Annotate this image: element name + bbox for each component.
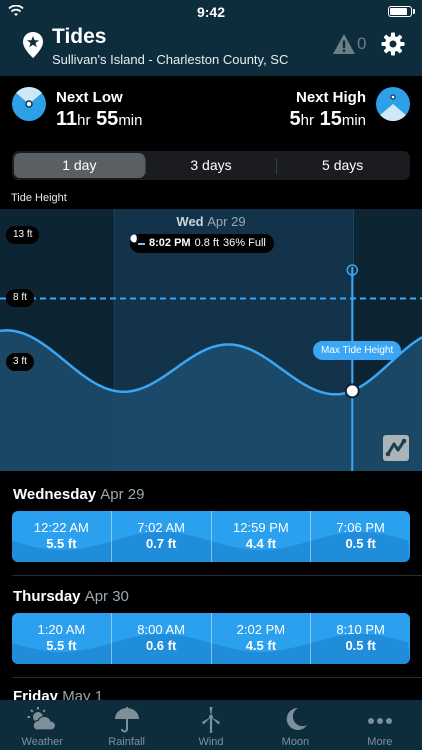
divider <box>12 575 422 576</box>
cursor-point <box>344 383 360 399</box>
location-header[interactable]: Tides Sullivan's Island - Charleston Cou… <box>0 22 422 76</box>
location-subtitle[interactable]: Sullivan's Island - Charleston County, S… <box>52 52 288 67</box>
high-tide-dial-icon <box>376 87 410 121</box>
tide-time-cell[interactable]: 12:59 PM 4.4 ft <box>210 511 311 562</box>
next-low-countdown: 11hr 55min <box>56 108 143 130</box>
low-tide-dial-icon <box>12 87 46 121</box>
moon-phase-icon <box>130 234 139 243</box>
tide-times-wednesday[interactable]: 12:22 AM 5.5 ft 7:02 AM 0.7 ft 12:59 PM 4.4… <box>12 511 410 562</box>
tab-5-days[interactable]: 5 days <box>277 153 408 178</box>
wind-turbine-icon <box>202 707 221 733</box>
day-heading-wednesday: Wednesday Apr 29 <box>13 486 145 503</box>
tab-moon[interactable]: Moon <box>253 700 337 750</box>
moon-icon <box>287 707 308 730</box>
max-tide-label: Max Tide Height <box>313 341 402 360</box>
location-pin-icon[interactable] <box>22 31 44 59</box>
chart-toggle-button[interactable] <box>383 435 409 461</box>
moon-phase: 36% Full <box>223 237 266 249</box>
alert-count[interactable]: 0 <box>357 34 366 54</box>
cursor-readout: 8:02 PM 0.8 ft 36% Full <box>130 234 274 253</box>
cursor-height: 0.8 ft <box>194 237 220 249</box>
next-high-label: Next High <box>295 89 366 106</box>
chart-section-label: Tide Height <box>11 192 67 204</box>
divider <box>12 677 422 678</box>
tide-time-cell[interactable]: 8:00 AM 0.6 ft <box>110 613 211 664</box>
y-tick-label: 13 ft <box>6 225 40 244</box>
bottom-tab-bar: Weather Rainfall Wind Moon More <box>0 700 422 750</box>
next-high-countdown: 5hr 15min <box>289 108 366 130</box>
tab-more[interactable]: More <box>338 700 422 750</box>
cursor-time: 8:02 PM <box>149 237 191 249</box>
chart-toggle-icon[interactable] <box>383 435 409 461</box>
next-low-label: Next Low <box>56 89 123 106</box>
y-tick-label: 3 ft <box>6 353 34 372</box>
tide-times-thursday[interactable]: 1:20 AM 5.5 ft 8:00 AM 0.6 ft 2:02 PM 4.5 f… <box>12 613 410 664</box>
tide-time-cell[interactable]: 12:22 AM 5.5 ft <box>12 511 111 562</box>
chart-day-label: Wed Apr 29 <box>176 214 246 229</box>
page-title: Tides <box>52 25 107 48</box>
y-tick-label: 8 ft <box>6 289 34 308</box>
weather-icon <box>27 707 57 731</box>
status-bar: 9:42 <box>0 0 422 22</box>
day-heading-thursday: Thursday Apr 30 <box>13 588 129 605</box>
more-icon <box>367 718 392 724</box>
tab-rainfall[interactable]: Rainfall <box>84 700 168 750</box>
tide-time-cell[interactable]: 7:06 PM 0.5 ft <box>310 511 410 562</box>
tide-time-cell[interactable]: 2:02 PM 4.5 ft <box>210 613 311 664</box>
tide-time-cell[interactable]: 7:02 AM 0.7 ft <box>110 511 211 562</box>
warning-icon[interactable] <box>332 33 356 55</box>
battery-icon <box>388 6 415 17</box>
tide-chart[interactable]: Wed Apr 29 8:02 PM 0.8 ft 36% Full 13 ft… <box>0 209 422 471</box>
gear-icon[interactable] <box>381 32 405 56</box>
next-tide-summary: Next Low 11hr 55min Next High 5hr 15min <box>0 76 422 142</box>
tab-weather[interactable]: Weather <box>0 700 84 750</box>
tab-1-day[interactable]: 1 day <box>14 153 145 178</box>
range-selector: 1 day 3 days 5 days <box>12 151 410 180</box>
tide-time-cell[interactable]: 8:10 PM 0.5 ft <box>310 613 410 664</box>
umbrella-icon <box>114 707 139 733</box>
tab-wind[interactable]: Wind <box>169 700 253 750</box>
status-time: 9:42 <box>196 4 226 20</box>
tide-time-cell[interactable]: 1:20 AM 5.5 ft <box>12 613 111 664</box>
tab-3-days[interactable]: 3 days <box>146 153 277 178</box>
